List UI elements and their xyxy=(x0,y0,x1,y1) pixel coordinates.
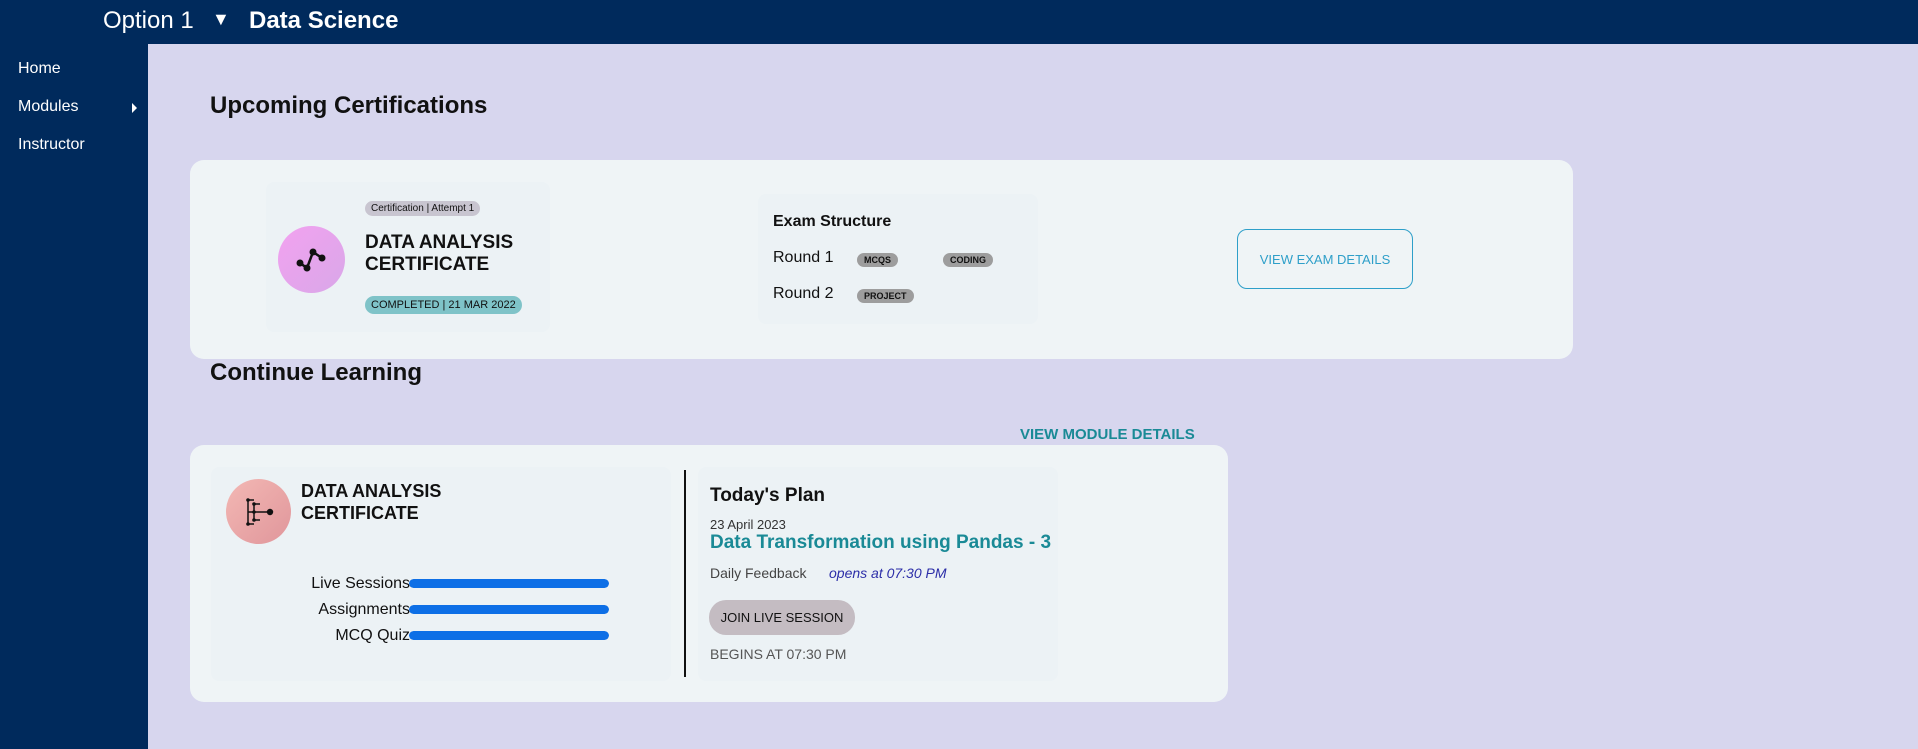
progress-label-live-sessions: Live Sessions xyxy=(311,575,410,592)
status-badge: COMPLETED | 21 MAR 2022 xyxy=(365,296,522,314)
module-title-line2: CERTIFICATE xyxy=(301,503,419,523)
dropdown-arrow-icon[interactable]: ▼ xyxy=(212,9,230,30)
round-1-tag-mcqs: MCQS xyxy=(857,253,898,267)
round-2-label: Round 2 xyxy=(773,285,834,302)
join-live-session-button[interactable]: JOIN LIVE SESSION xyxy=(709,600,855,635)
sidebar-item-instructor[interactable]: Instructor xyxy=(18,136,85,154)
vertical-divider xyxy=(684,470,686,677)
plan-date: 23 April 2023 xyxy=(710,517,786,532)
attempt-badge: Certification | Attempt 1 xyxy=(365,201,481,216)
round-1-label: Round 1 xyxy=(773,249,834,266)
begins-at-time: BEGINS AT 07:30 PM xyxy=(710,646,847,662)
sidebar-item-home[interactable]: Home xyxy=(18,60,61,78)
chevron-right-icon[interactable] xyxy=(132,103,137,113)
module-icon-circle xyxy=(226,479,291,544)
progress-label-assignments: Assignments xyxy=(318,601,410,618)
exam-structure-title: Exam Structure xyxy=(773,213,892,230)
continue-learning-heading: Continue Learning xyxy=(210,359,422,386)
module-certificate-title: DATA ANALYSIS CERTIFICATE xyxy=(301,480,441,524)
line-chart-icon xyxy=(296,248,325,271)
view-module-details-link[interactable]: VIEW MODULE DETAILS xyxy=(1020,426,1195,443)
progress-fill-mcq-quiz xyxy=(409,631,609,640)
module-title-line1: DATA ANALYSIS xyxy=(301,481,442,501)
top-bar: Option 1 ▼ Data Science xyxy=(0,0,1918,44)
progress-bar-assignments xyxy=(409,605,609,614)
progress-fill-assignments xyxy=(409,605,609,614)
sidebar-item-modules[interactable]: Modules xyxy=(18,98,78,116)
view-exam-details-button[interactable]: VIEW EXAM DETAILS xyxy=(1237,229,1413,289)
certificate-title-line2: CERTIFICATE xyxy=(365,254,490,275)
todays-plan-title: Today's Plan xyxy=(710,485,826,506)
option-selector[interactable]: Option 1 xyxy=(103,7,194,35)
certification-card: Certification | Attempt 1 DATA ANALYSIS … xyxy=(190,160,1573,359)
progress-label-mcq-quiz: MCQ Quiz xyxy=(335,627,410,644)
round-2-tag-project: PROJECT xyxy=(857,289,914,303)
certificate-icon-circle xyxy=(278,226,345,293)
feedback-opens-time: opens at 07:30 PM xyxy=(829,565,947,581)
daily-feedback-label: Daily Feedback xyxy=(710,565,807,581)
round-1-tag-coding: CODING xyxy=(943,253,993,267)
learning-card: DATA ANALYSIS CERTIFICATE Live Sessions … xyxy=(190,445,1228,702)
upcoming-certifications-heading: Upcoming Certifications xyxy=(210,92,488,119)
sidebar: Home Modules Instructor xyxy=(0,44,148,749)
plan-topic[interactable]: Data Transformation using Pandas - 3 xyxy=(710,532,1051,554)
progress-fill-live-sessions xyxy=(409,579,609,588)
progress-bar-mcq-quiz xyxy=(409,631,609,640)
certificate-title-line1: DATA ANALYSIS xyxy=(365,232,514,253)
tree-diagram-icon xyxy=(245,497,273,526)
progress-bar-live-sessions xyxy=(409,579,609,588)
course-title: Data Science xyxy=(249,7,399,34)
certificate-title: DATA ANALYSIS CERTIFICATE xyxy=(365,232,513,276)
